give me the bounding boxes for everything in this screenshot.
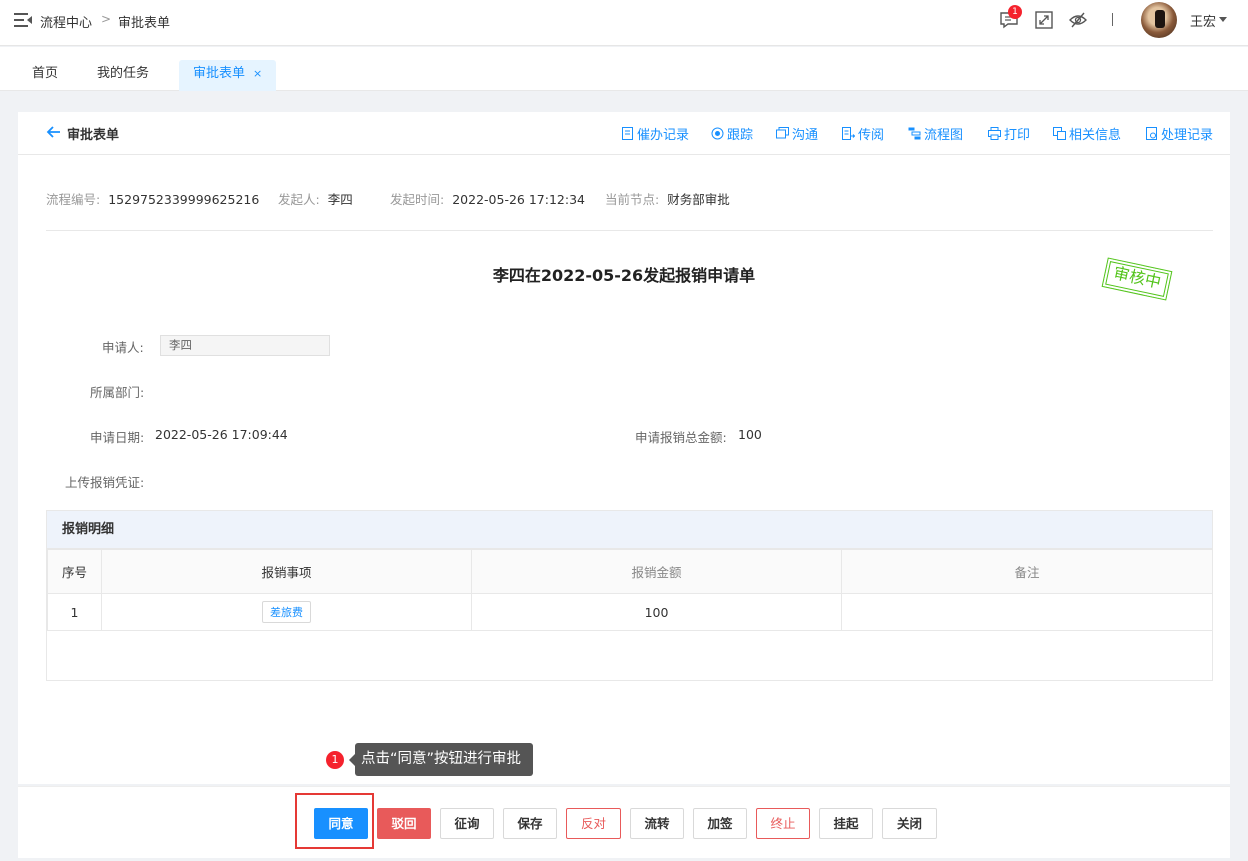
tab-bar: 首页 我的任务 审批表单 × <box>0 47 1248 91</box>
action-label: 催办记录 <box>637 128 690 143</box>
header-divider <box>1112 13 1113 26</box>
avatar[interactable] <box>1141 2 1177 38</box>
action-label: 流程图 <box>924 128 964 143</box>
document-icon <box>622 127 633 140</box>
meta-label: 流程编号: <box>46 192 101 207</box>
meta-value: 财务部审批 <box>667 192 730 207</box>
copy-icon <box>1053 127 1066 140</box>
flowchart-icon <box>908 127 921 140</box>
expense-detail-section: 报销明细 序号 报销事项 报销金额 备注 1 差旅费 100 <box>46 510 1213 681</box>
approve-button[interactable]: 同意 <box>314 808 368 839</box>
row-amount: 100 <box>471 593 842 631</box>
tab-close-icon[interactable]: × <box>253 67 262 80</box>
process-record-link[interactable]: 处理记录 <box>1145 124 1213 143</box>
guide-tooltip: 点击“同意”按钮进行审批 <box>348 743 534 776</box>
row-item: 差旅费 <box>101 593 472 631</box>
column-header: 备注 <box>841 549 1213 594</box>
total-amount-label: 申请报销总金额: <box>635 430 727 445</box>
suspend-button[interactable]: 挂起 <box>819 808 873 839</box>
tab-label: 首页 <box>32 66 59 81</box>
share-list-icon <box>842 127 855 140</box>
detail-title: 报销明细 <box>47 511 1212 549</box>
apply-date-label: 申请日期: <box>90 430 145 445</box>
notification-badge: 1 <box>1008 5 1022 19</box>
fullscreen-icon[interactable] <box>1034 10 1054 30</box>
consult-button[interactable]: 征询 <box>440 808 494 839</box>
circulate-link[interactable]: 传阅 <box>842 124 884 143</box>
divider <box>46 230 1213 231</box>
meta-value: 李四 <box>327 192 353 207</box>
card-header: 审批表单 催办记录 跟踪 沟通 传阅 流程图 打印 相关信息 处理记录 <box>18 112 1230 155</box>
target-icon <box>711 127 724 140</box>
apply-date-value: 2022-05-26 17:09:44 <box>155 427 288 442</box>
meta-label: 发起人: <box>278 192 320 207</box>
column-header: 序号 <box>47 549 102 594</box>
urge-record-link[interactable]: 催办记录 <box>621 124 689 143</box>
column-header: 报销金额 <box>471 549 842 594</box>
action-footer: 同意 驳回 征询 保存 反对 流转 加签 终止 挂起 关闭 <box>18 786 1230 858</box>
table-row: 1 差旅费 100 <box>47 593 1213 631</box>
tab-label: 我的任务 <box>97 66 150 81</box>
action-label: 打印 <box>1004 128 1031 143</box>
print-link[interactable]: 打印 <box>988 124 1030 143</box>
record-icon <box>1146 127 1157 140</box>
applicant-field[interactable]: 李四 <box>160 335 330 356</box>
meta-value: 1529752339999625216 <box>108 192 260 207</box>
action-label: 相关信息 <box>1069 128 1122 143</box>
tab-approval-form[interactable]: 审批表单 × <box>179 60 277 91</box>
transfer-button[interactable]: 流转 <box>630 808 684 839</box>
flowchart-link[interactable]: 流程图 <box>908 124 963 143</box>
oppose-button[interactable]: 反对 <box>566 808 621 839</box>
breadcrumb-separator: > <box>101 12 112 26</box>
back-arrow-icon[interactable] <box>46 124 62 140</box>
top-bar: 流程中心 > 审批表单 1 王宏 <box>0 0 1248 46</box>
breadcrumb-item-process-center[interactable]: 流程中心 <box>40 12 92 31</box>
meta-label: 发起时间: <box>390 192 445 207</box>
save-button[interactable]: 保存 <box>503 808 557 839</box>
expense-item-tag[interactable]: 差旅费 <box>262 601 311 623</box>
action-label: 处理记录 <box>1161 128 1214 143</box>
meta-initiator: 发起人: 李四 <box>278 189 353 208</box>
breadcrumb-item-approval-form: 审批表单 <box>118 16 171 31</box>
card-title: 审批表单 <box>67 128 120 143</box>
approval-card: 审批表单 催办记录 跟踪 沟通 传阅 流程图 打印 相关信息 处理记录 流程编号… <box>18 112 1230 784</box>
tab-my-tasks[interactable]: 我的任务 <box>83 60 163 91</box>
applicant-label: 申请人: <box>102 340 144 355</box>
table-header-row: 序号 报销事项 报销金额 备注 <box>47 549 1213 594</box>
row-no: 1 <box>47 593 102 631</box>
related-info-link[interactable]: 相关信息 <box>1053 124 1121 143</box>
printer-icon <box>988 127 1001 140</box>
column-header: 报销事项 <box>101 549 472 594</box>
voucher-label: 上传报销凭证: <box>65 475 145 490</box>
guide-step-badge: 1 <box>326 751 344 769</box>
add-signer-button[interactable]: 加签 <box>693 808 747 839</box>
meta-start-time: 发起时间: 2022-05-26 17:12:34 <box>390 189 585 208</box>
close-button[interactable]: 关闭 <box>882 808 937 839</box>
track-link[interactable]: 跟踪 <box>711 124 753 143</box>
meta-value: 2022-05-26 17:12:34 <box>452 192 585 207</box>
terminate-button[interactable]: 终止 <box>756 808 810 839</box>
action-label: 沟通 <box>792 128 819 143</box>
username[interactable]: 王宏 <box>1190 11 1216 30</box>
meta-label: 当前节点: <box>605 192 660 207</box>
action-label: 传阅 <box>858 128 885 143</box>
communicate-link[interactable]: 沟通 <box>776 124 818 143</box>
action-label: 跟踪 <box>727 128 754 143</box>
department-label: 所属部门: <box>90 385 145 400</box>
chat-icon <box>776 127 789 139</box>
total-amount-value: 100 <box>738 427 762 442</box>
expense-detail-table: 序号 报销事项 报销金额 备注 1 差旅费 100 <box>47 549 1213 631</box>
reject-button[interactable]: 驳回 <box>377 808 431 839</box>
row-note <box>841 593 1213 631</box>
tab-home[interactable]: 首页 <box>18 60 72 91</box>
eye-off-icon[interactable] <box>1068 10 1088 30</box>
meta-process-no: 流程编号: 1529752339999625216 <box>46 189 259 208</box>
tab-label: 审批表单 <box>193 66 246 81</box>
form-title: 李四在2022-05-26发起报销申请单 <box>492 266 756 285</box>
caret-down-icon[interactable] <box>1219 17 1227 22</box>
menu-fold-icon[interactable] <box>14 12 32 28</box>
meta-current-node: 当前节点: 财务部审批 <box>605 189 730 208</box>
